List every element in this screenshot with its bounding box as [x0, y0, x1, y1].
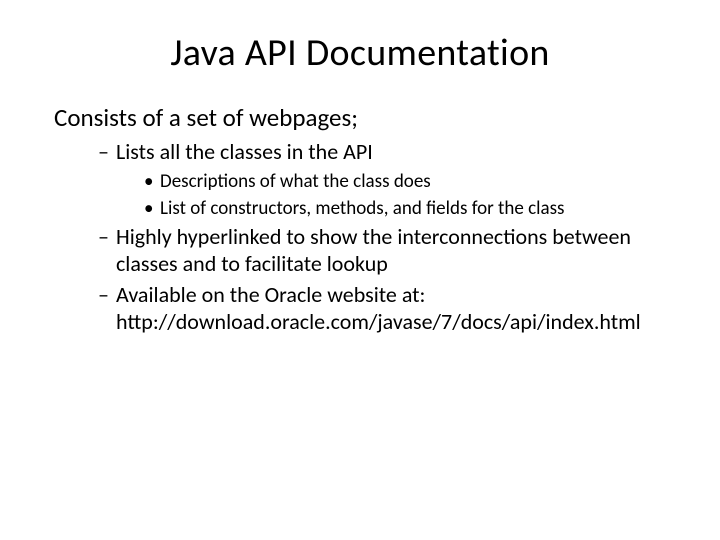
list-item: Highly hyperlinked to show the interconn…: [98, 224, 670, 278]
list-item: Lists all the classes in the API Descrip…: [98, 139, 670, 220]
intro-text: Consists of a set of webpages;: [54, 102, 670, 133]
slide-title: Java API Documentation: [50, 30, 670, 76]
list-item: List of constructors, methods, and field…: [144, 197, 670, 221]
list-item-text: Lists all the classes in the API: [116, 138, 373, 165]
bullet-list-level2: Descriptions of what the class does List…: [144, 170, 670, 221]
list-item: Descriptions of what the class does: [144, 170, 670, 194]
list-item-text: List of constructors, methods, and field…: [160, 197, 564, 220]
list-item: Available on the Oracle website at: http…: [98, 282, 670, 336]
list-item-text: Available on the Oracle website at: http…: [116, 281, 641, 335]
list-item-text: Descriptions of what the class does: [160, 170, 431, 193]
bullet-list-level1: Lists all the classes in the API Descrip…: [98, 139, 670, 336]
list-item-text: Highly hyperlinked to show the interconn…: [116, 223, 631, 277]
